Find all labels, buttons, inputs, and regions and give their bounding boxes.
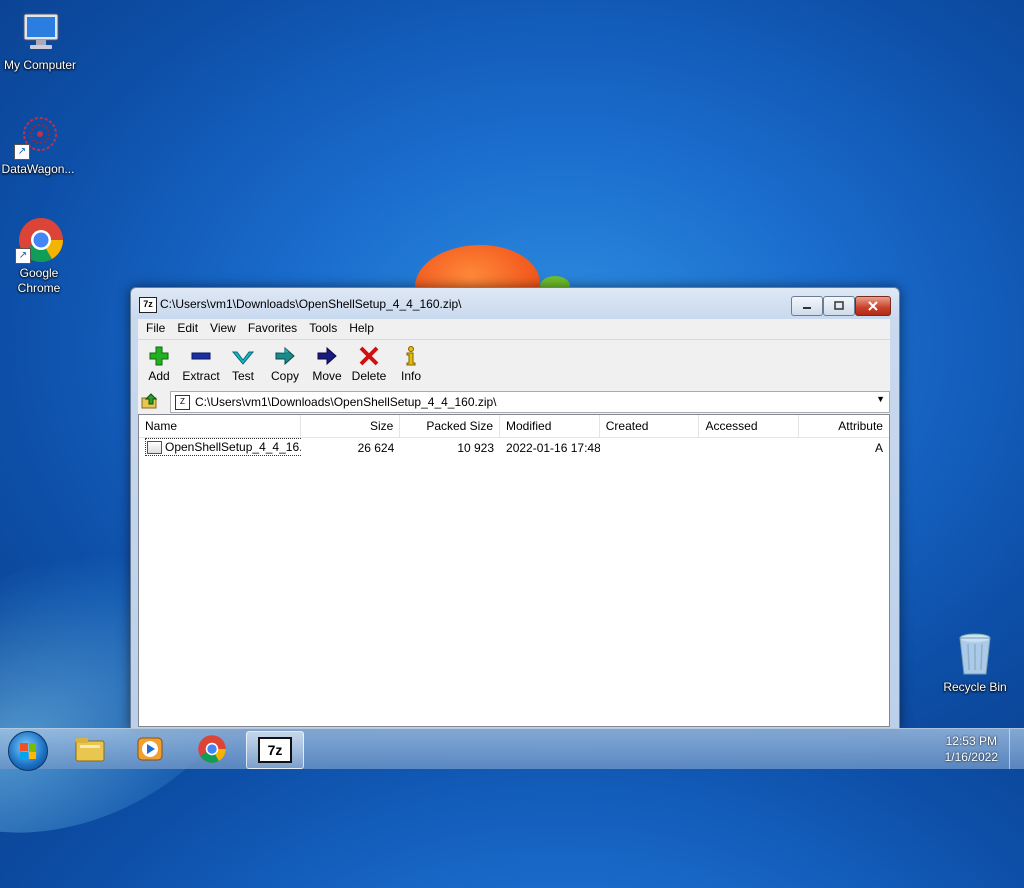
plus-icon — [138, 344, 180, 368]
desktop-icon-label: Google Chrome — [17, 266, 61, 295]
column-header-attribute[interactable]: Attribute — [799, 415, 889, 437]
menu-file[interactable]: File — [140, 319, 171, 337]
file-accessed-cell — [699, 438, 799, 459]
file-list[interactable]: Name Size Packed Size Modified Created A… — [138, 414, 890, 727]
sevenzip-icon: 7z — [258, 737, 292, 763]
file-modified-cell: 2022-01-16 17:48 — [506, 441, 600, 455]
desktop-icon-label: My Computer — [3, 58, 77, 72]
maximize-icon — [824, 297, 854, 315]
list-header: Name Size Packed Size Modified Created A… — [139, 415, 889, 438]
taskbar-7zip[interactable]: 7z — [246, 731, 304, 769]
archive-icon: Z — [175, 395, 190, 410]
up-folder-icon — [141, 393, 158, 409]
sevenzip-app-icon: 7z — [139, 297, 157, 313]
address-combobox[interactable]: Z C:\Users\vm1\Downloads\OpenShellSetup_… — [170, 391, 890, 413]
move-button[interactable]: Move — [306, 340, 348, 388]
menu-tools[interactable]: Tools — [303, 319, 343, 337]
info-icon — [390, 344, 432, 368]
taskbar-media-player[interactable] — [122, 731, 178, 767]
window-title: C:\Users\vm1\Downloads\OpenShellSetup_4_… — [160, 297, 462, 311]
taskbar-explorer[interactable] — [62, 731, 118, 767]
copy-button[interactable]: Copy — [264, 340, 306, 388]
computer-icon — [16, 8, 64, 56]
windows-logo-icon — [20, 743, 36, 759]
recycle-bin-icon — [951, 630, 999, 678]
show-desktop-button[interactable] — [1009, 729, 1024, 769]
extract-button[interactable]: Extract — [180, 340, 222, 388]
taskbar-chrome[interactable] — [184, 731, 240, 767]
menu-favorites[interactable]: Favorites — [242, 319, 303, 337]
up-folder-button[interactable] — [140, 391, 160, 411]
archive-window[interactable]: 7z C:\Users\vm1\Downloads\OpenShellSetup… — [130, 287, 900, 729]
window-client: File Edit View Favorites Tools Help Add … — [138, 319, 890, 727]
maximize-button[interactable] — [823, 296, 855, 316]
chrome-icon — [198, 735, 226, 763]
file-created-cell — [600, 438, 700, 459]
desktop-icon-google-chrome[interactable]: ↗ Google Chrome — [0, 216, 79, 296]
address-text: C:\Users\vm1\Downloads\OpenShellSetup_4_… — [195, 395, 497, 409]
menu-bar: File Edit View Favorites Tools Help — [138, 319, 890, 337]
minimize-button[interactable] — [791, 296, 823, 316]
add-button[interactable]: Add — [138, 340, 180, 388]
test-button[interactable]: Test — [222, 340, 264, 388]
file-size-cell: 26 624 — [357, 441, 395, 455]
folder-icon — [75, 738, 105, 762]
shortcut-arrow-icon: ↗ — [14, 144, 30, 160]
minus-icon — [180, 344, 222, 368]
title-bar[interactable]: 7z C:\Users\vm1\Downloads\OpenShellSetup… — [131, 288, 899, 320]
column-header-size[interactable]: Size — [301, 415, 401, 437]
start-button[interactable] — [8, 731, 48, 771]
taskbar: 7z 12:53 PM 1/16/2022 — [0, 728, 1024, 771]
close-icon — [856, 297, 890, 315]
menu-help[interactable]: Help — [343, 319, 380, 337]
desktop-icon-label: DataWagon... — [1, 162, 75, 176]
column-header-name[interactable]: Name — [139, 415, 301, 437]
minimize-icon — [792, 297, 822, 315]
column-header-accessed[interactable]: Accessed — [699, 415, 800, 437]
close-button[interactable] — [855, 296, 891, 316]
menu-edit[interactable]: Edit — [171, 319, 204, 337]
delete-button[interactable]: Delete — [348, 340, 390, 388]
clock-date: 1/16/2022 — [944, 750, 998, 764]
delete-x-icon — [348, 344, 390, 368]
chrome-icon: ↗ — [15, 216, 63, 264]
check-icon — [222, 344, 264, 368]
column-header-packed-size[interactable]: Packed Size — [400, 415, 501, 437]
column-header-created[interactable]: Created — [600, 415, 700, 437]
shortcut-arrow-icon: ↗ — [15, 248, 31, 264]
media-player-icon — [137, 737, 163, 761]
desktop-icon-my-computer[interactable]: My Computer — [0, 8, 80, 73]
file-icon — [147, 440, 162, 454]
datawagon-icon: ↗ — [14, 112, 62, 160]
file-name-cell[interactable]: OpenShellSetup_4_4_16... — [145, 438, 301, 456]
file-packed-size-cell: 10 923 — [457, 441, 495, 455]
copy-arrow-icon — [264, 344, 306, 368]
clock-time: 12:53 PM — [945, 734, 997, 748]
table-row[interactable]: OpenShellSetup_4_4_16... 26 624 10 923 2… — [139, 438, 889, 459]
info-button[interactable]: Info — [390, 340, 432, 388]
column-header-modified[interactable]: Modified — [500, 415, 600, 437]
move-arrow-icon — [306, 344, 348, 368]
desktop-icon-recycle-bin[interactable]: Recycle Bin — [935, 630, 1015, 695]
desktop-icon-datawagon[interactable]: ↗ DataWagon... — [0, 112, 78, 177]
system-clock[interactable]: 12:53 PM 1/16/2022 — [945, 733, 998, 765]
menu-view[interactable]: View — [204, 319, 242, 337]
toolbar: Add Extract Test Copy Move Delete Info — [138, 339, 890, 388]
dropdown-arrow-icon[interactable]: ▼ — [876, 394, 885, 404]
address-bar: Z C:\Users\vm1\Downloads\OpenShellSetup_… — [138, 389, 890, 413]
file-attribute-cell: A — [874, 441, 883, 455]
desktop-icon-label: Recycle Bin — [943, 680, 1007, 694]
